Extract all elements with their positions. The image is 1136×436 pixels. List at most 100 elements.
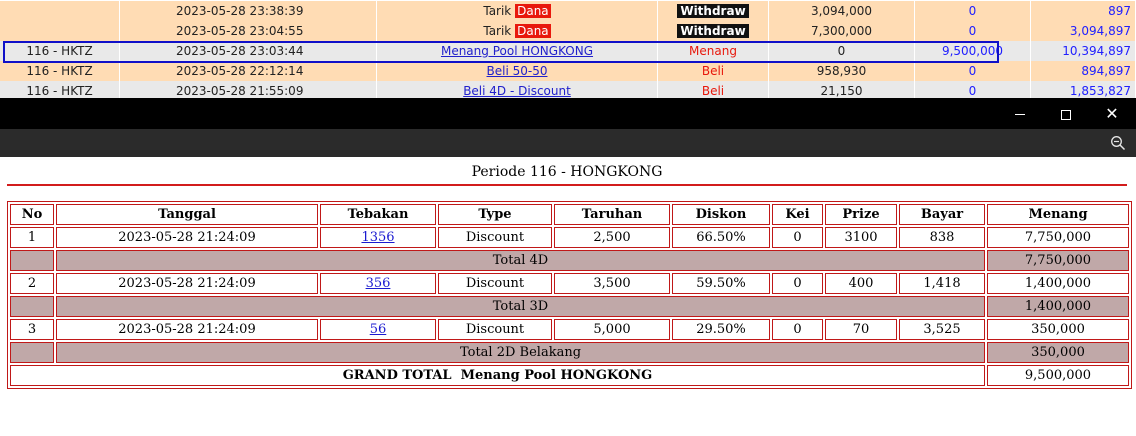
balance-cell: 10,394,897 [1031,41,1136,61]
cell-tebakan: 1356 [320,227,436,248]
win-cell: 0 [915,21,1031,41]
market-cell [0,1,120,21]
header-row: No Tanggal Tebakan Type Taruhan Diskon K… [10,204,1129,225]
zoom-icon[interactable] [1110,135,1126,151]
description-link[interactable]: Beli 50-50 [487,64,548,78]
cell-prize: 70 [825,319,897,340]
win-cell: 0 [915,61,1031,81]
subtotal-row: Total 4D 7,750,000 [10,250,1129,271]
cell-prize: 400 [825,273,897,294]
subtotal-label: Total 3D [56,296,985,317]
subtotal-spacer [10,250,54,271]
result-table: No Tanggal Tebakan Type Taruhan Diskon K… [7,201,1132,389]
tebakan-link[interactable]: 1356 [361,230,394,245]
type-cell: Withdraw [658,21,769,41]
grand-total-label: GRAND TOTAL Menang Pool HONGKONG [10,365,985,386]
subtotal-spacer [10,296,54,317]
cell-kei: 0 [772,227,823,248]
cell-tanggal: 2023-05-28 21:24:09 [56,273,318,294]
table-row: 3 2023-05-28 21:24:09 56 Discount 5,000 … [10,319,1129,340]
header-tanggal: Tanggal [56,204,318,225]
popup-content: Periode 116 - HONGKONG No Tanggal Tebaka… [0,157,1136,436]
balance-cell: 3,094,897 [1031,21,1136,41]
header-prize: Prize [825,204,897,225]
tebakan-link[interactable]: 56 [370,322,387,337]
periode-title: Periode 116 - HONGKONG [471,164,663,180]
cell-taruhan: 3,500 [554,273,670,294]
date-cell: 2023-05-28 23:04:55 [120,21,377,41]
type-cell: Beli [658,61,769,81]
popup-toolbar [0,129,1136,157]
balance-cell: 897 [1031,1,1136,21]
minimize-icon [1015,114,1025,115]
tebakan-link[interactable]: 356 [366,276,391,291]
market-cell: 116 - HKTZ [0,61,120,81]
close-icon: ✕ [1105,104,1119,123]
subtotal-value: 350,000 [987,342,1129,363]
cell-kei: 0 [772,319,823,340]
subtotal-label: Total 4D [56,250,985,271]
balance-cell: 894,897 [1031,61,1136,81]
description-cell: Tarik Dana [377,1,658,21]
minimize-button[interactable] [997,98,1043,129]
cell-menang: 1,400,000 [987,273,1129,294]
subtotal-label: Total 2D Belakang [56,342,985,363]
header-menang: Menang [987,204,1129,225]
dana-badge: Dana [515,4,551,18]
cell-bayar: 1,418 [899,273,985,294]
cell-bayar: 838 [899,227,985,248]
cell-no: 2 [10,273,54,294]
cell-no: 1 [10,227,54,248]
table-row: 2 2023-05-28 21:24:09 356 Discount 3,500… [10,273,1129,294]
amount-cell: 7,300,000 [769,21,915,41]
dana-badge: Dana [515,24,551,38]
header-tebakan: Tebakan [320,204,436,225]
subtotal-row: Total 3D 1,400,000 [10,296,1129,317]
cell-bayar: 3,525 [899,319,985,340]
transaction-row: 2023-05-28 23:38:39 Tarik Dana Withdraw … [0,1,1136,21]
description-cell: Beli 50-50 [377,61,658,81]
description-link[interactable]: Beli 4D - Discount [463,84,571,98]
description-text: Tarik [483,4,512,18]
cell-no: 3 [10,319,54,340]
subtotal-spacer [10,342,54,363]
amount-cell: 958,930 [769,61,915,81]
header-taruhan: Taruhan [554,204,670,225]
cell-tanggal: 2023-05-28 21:24:09 [56,319,318,340]
selected-row-highlight [3,41,999,63]
grand-total-row: GRAND TOTAL Menang Pool HONGKONG 9,500,0… [10,365,1129,386]
description-text: Tarik [483,24,512,38]
popup-title-bar[interactable]: ✕ [0,98,1136,129]
transaction-row: 116 - HKTZ 2023-05-28 22:12:14 Beli 50-5… [0,61,1136,81]
transaction-row: 2023-05-28 23:04:55 Tarik Dana Withdraw … [0,21,1136,41]
grand-total-value: 9,500,000 [987,365,1129,386]
divider [7,184,1127,186]
cell-menang: 350,000 [987,319,1129,340]
cell-type: Discount [438,227,552,248]
description-cell: Tarik Dana [377,21,658,41]
table-row: 1 2023-05-28 21:24:09 1356 Discount 2,50… [10,227,1129,248]
maximize-icon [1061,109,1071,120]
cell-taruhan: 2,500 [554,227,670,248]
market-cell [0,21,120,41]
amount-cell: 3,094,000 [769,1,915,21]
close-button[interactable]: ✕ [1089,98,1135,129]
subtotal-row: Total 2D Belakang 350,000 [10,342,1129,363]
date-cell: 2023-05-28 23:38:39 [120,1,377,21]
cell-tanggal: 2023-05-28 21:24:09 [56,227,318,248]
withdraw-badge: Withdraw [677,24,749,38]
cell-menang: 7,750,000 [987,227,1129,248]
cell-type: Discount [438,273,552,294]
cell-diskon: 29.50% [672,319,770,340]
cell-tebakan: 56 [320,319,436,340]
cell-type: Discount [438,319,552,340]
header-no: No [10,204,54,225]
subtotal-value: 7,750,000 [987,250,1129,271]
cell-diskon: 59.50% [672,273,770,294]
type-cell: Withdraw [658,1,769,21]
cell-taruhan: 5,000 [554,319,670,340]
cell-kei: 0 [772,273,823,294]
withdraw-badge: Withdraw [677,4,749,18]
header-kei: Kei [772,204,823,225]
maximize-button[interactable] [1043,98,1089,129]
